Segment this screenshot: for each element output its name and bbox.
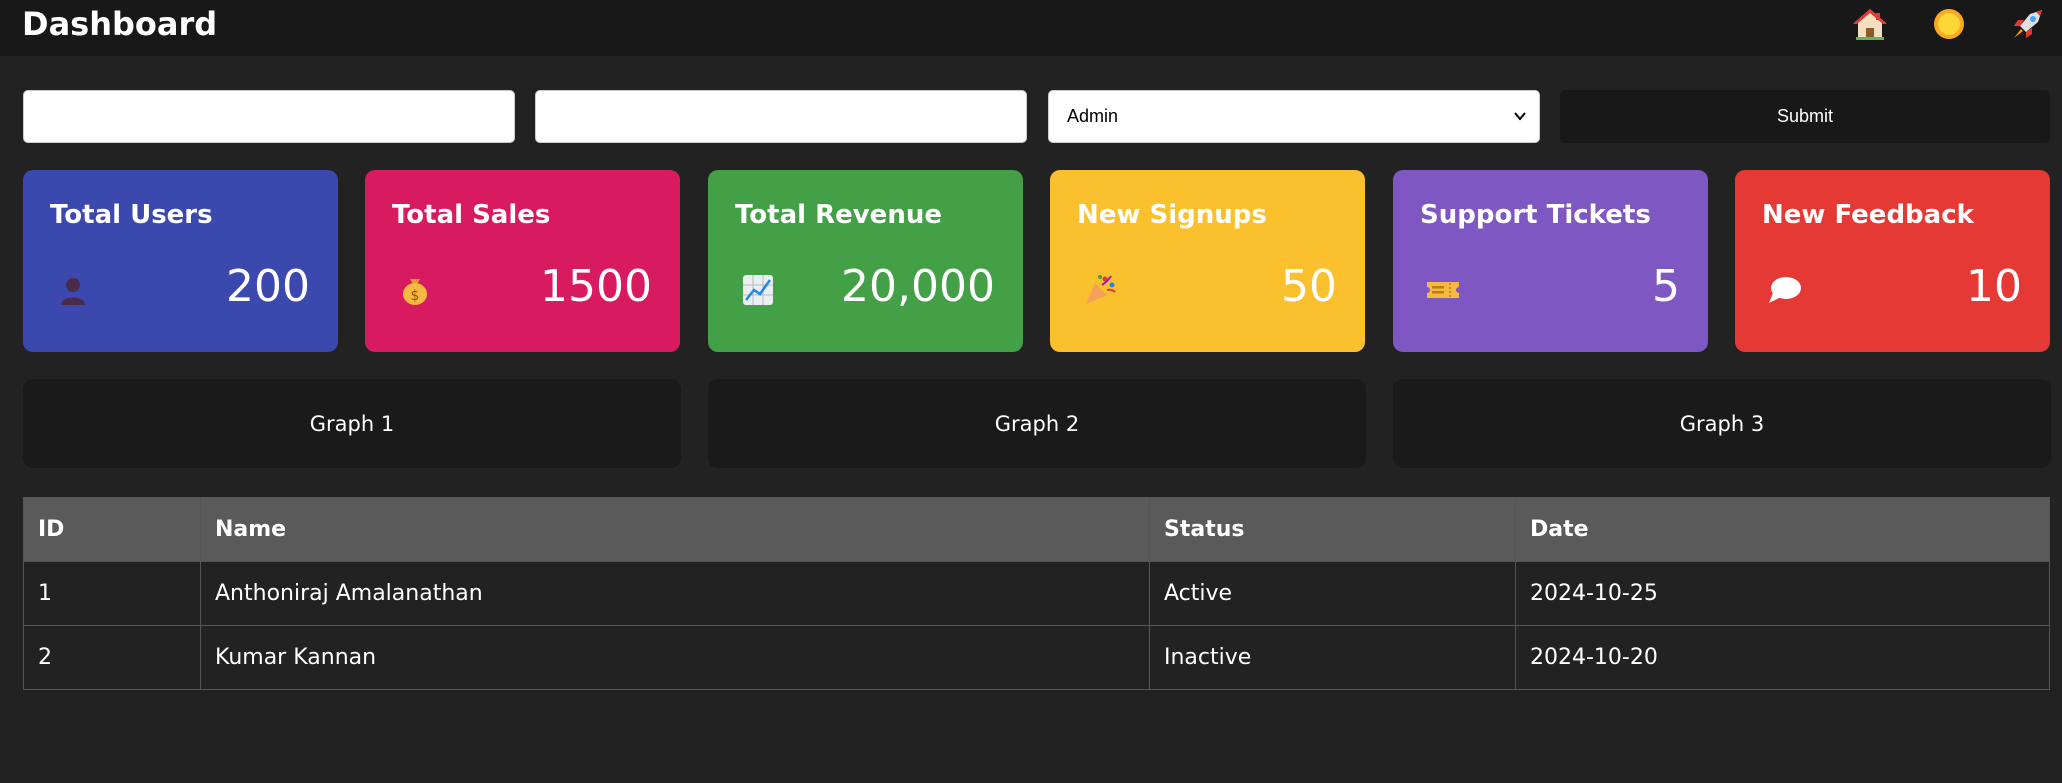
column-header-name: Name xyxy=(200,497,1150,562)
cell-id: 2 xyxy=(23,625,201,690)
card-total-sales: Total Sales $ 1500 xyxy=(365,170,680,352)
cell-name: Kumar Kannan xyxy=(200,625,1150,690)
money-bag-icon: $ xyxy=(395,270,435,310)
table-row: 2 Kumar Kannan Inactive 2024-10-20 xyxy=(23,625,2050,690)
speech-bubble-icon xyxy=(1765,270,1805,310)
card-value: 5 xyxy=(1652,261,1680,312)
stat-cards: Total Users 200 Total Sales $ 1500 Total… xyxy=(23,170,2050,352)
card-value: 50 xyxy=(1281,261,1337,312)
user-icon xyxy=(53,270,93,310)
first-input[interactable] xyxy=(23,90,515,143)
card-value: 10 xyxy=(1966,261,2022,312)
cell-name: Anthoniraj Amalanathan xyxy=(200,561,1150,626)
card-title: Total Users xyxy=(50,200,213,230)
submit-button[interactable]: Submit xyxy=(1560,90,2050,143)
cell-date: 2024-10-25 xyxy=(1515,561,2050,626)
graphs-row: Graph 1 Graph 2 Graph 3 xyxy=(23,379,2051,468)
filter-form: Admin Submit xyxy=(23,90,2050,143)
cell-date: 2024-10-20 xyxy=(1515,625,2050,690)
table-header-row: ID Name Status Date xyxy=(23,497,2050,562)
chart-increasing-icon xyxy=(738,270,778,310)
card-total-revenue: Total Revenue 20,000 xyxy=(708,170,1023,352)
card-title: New Feedback xyxy=(1762,200,1974,230)
rocket-icon[interactable] xyxy=(2009,5,2047,43)
graph-panel-1: Graph 1 xyxy=(23,379,681,468)
graph-panel-2: Graph 2 xyxy=(708,379,1366,468)
card-new-signups: New Signups 50 xyxy=(1050,170,1365,352)
top-bar: Dashboard xyxy=(0,0,2062,56)
cell-id: 1 xyxy=(23,561,201,626)
svg-text:$: $ xyxy=(411,288,420,304)
card-value: 200 xyxy=(226,261,310,312)
card-title: Support Tickets xyxy=(1420,200,1651,230)
cell-status: Active xyxy=(1149,561,1516,626)
column-header-status: Status xyxy=(1149,497,1516,562)
graph-panel-3: Graph 3 xyxy=(1393,379,2051,468)
ticket-icon xyxy=(1423,270,1463,310)
card-value: 20,000 xyxy=(841,261,995,312)
column-header-date: Date xyxy=(1515,497,2050,562)
sun-icon[interactable] xyxy=(1930,5,1968,43)
card-value: 1500 xyxy=(540,261,652,312)
role-select-value: Admin xyxy=(1067,106,1119,126)
party-popper-icon xyxy=(1080,270,1120,310)
column-header-id: ID xyxy=(23,497,201,562)
chevron-down-icon xyxy=(1513,91,1527,163)
users-table: ID Name Status Date 1 Anthoniraj Amalana… xyxy=(23,497,2050,690)
card-title: Total Revenue xyxy=(735,200,942,230)
second-input[interactable] xyxy=(535,90,1027,143)
card-support-tickets: Support Tickets 5 xyxy=(1393,170,1708,352)
card-total-users: Total Users 200 xyxy=(23,170,338,352)
card-title: Total Sales xyxy=(392,200,551,230)
table-row: 1 Anthoniraj Amalanathan Active 2024-10-… xyxy=(23,561,2050,626)
role-select[interactable]: Admin xyxy=(1048,90,1540,143)
card-new-feedback: New Feedback 10 xyxy=(1735,170,2050,352)
cell-status: Inactive xyxy=(1149,625,1516,690)
card-title: New Signups xyxy=(1077,200,1267,230)
page-title: Dashboard xyxy=(22,5,218,43)
users-table-wrapper: ID Name Status Date 1 Anthoniraj Amalana… xyxy=(23,497,2050,690)
home-icon[interactable] xyxy=(1851,5,1889,43)
